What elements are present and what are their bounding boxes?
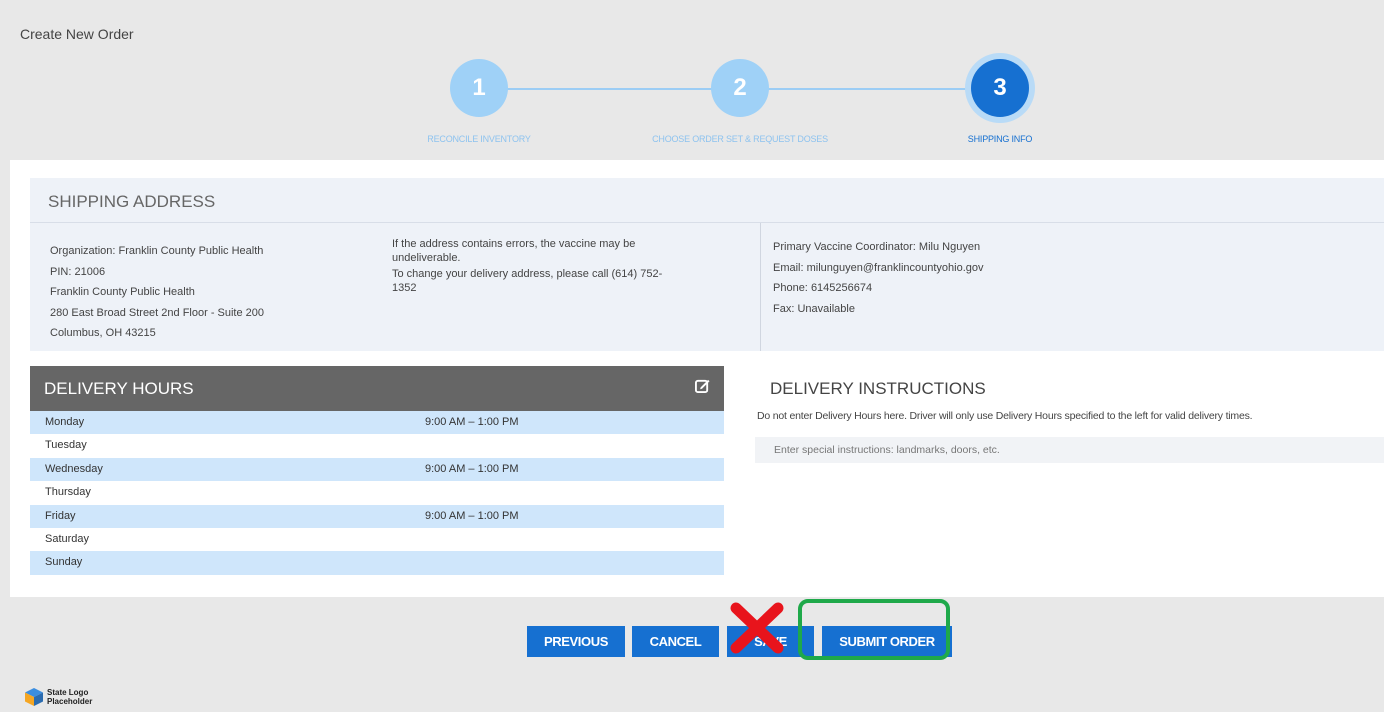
email-value: milunguyen@franklincountyohio.gov <box>806 261 984 274</box>
step-connector <box>740 88 1000 90</box>
address-line-3: Columbus, OH 43215 <box>50 327 156 339</box>
previous-button[interactable]: PREVIOUS <box>527 626 625 657</box>
day-label: Thursday <box>45 486 91 499</box>
submit-highlight-box <box>798 599 950 660</box>
hours-value: 9:00 AM – 1:00 PM <box>425 462 519 475</box>
coordinator-label: Primary Vaccine Coordinator: <box>773 241 916 253</box>
delivery-hours-row: Tuesday <box>30 434 724 457</box>
phone-label: Phone: <box>773 282 808 294</box>
delivery-hours-panel: DELIVERY HOURS Monday 9:00 AM – 1:00 PM T… <box>30 366 724 575</box>
address-note: If the address contains errors, the vacc… <box>392 237 682 295</box>
logo-line-2: Placeholder <box>47 697 93 706</box>
phone-value: 6145256674 <box>810 282 873 294</box>
step-1-circle[interactable]: 1 <box>450 59 508 117</box>
step-3-label: SHIPPING INFO <box>967 134 1033 144</box>
org-value: Franklin County Public Health <box>118 245 264 257</box>
pin-value: 21006 <box>74 265 106 278</box>
address-line-1: Franklin County Public Health <box>50 286 195 298</box>
coordinator-block: Primary Vaccine Coordinator: Milu Nguyen… <box>773 237 984 319</box>
day-label: Friday <box>45 509 76 522</box>
org-label: Organization: <box>50 245 116 257</box>
hours-value: 9:00 AM – 1:00 PM <box>425 509 519 522</box>
special-instructions-input[interactable] <box>755 437 1384 463</box>
state-logo: State Logo Placeholder <box>24 687 92 707</box>
step-2-label: CHOOSE ORDER SET & REQUEST DOSES <box>652 134 828 144</box>
cube-logo-icon <box>25 688 43 706</box>
delivery-hours-header: DELIVERY HOURS <box>30 366 724 411</box>
pin-label: PIN: <box>50 265 72 278</box>
change-address-note: To change your delivery address, please … <box>392 268 663 294</box>
address-line-2: 280 East Broad Street 2nd Floor - Suite … <box>50 306 265 319</box>
delivery-instructions-note: Do not enter Delivery Hours here. Driver… <box>757 410 1253 422</box>
day-label: Saturday <box>45 532 90 545</box>
email-label: Email: <box>773 261 804 274</box>
day-label: Sunday <box>45 556 83 569</box>
address-block: Organization: Franklin County Public Hea… <box>50 241 264 344</box>
day-label: Monday <box>45 416 85 428</box>
fax-value: Unavailable <box>797 302 855 315</box>
step-1-label: RECONCILE INVENTORY <box>427 134 531 144</box>
delivery-hours-row: Wednesday 9:00 AM – 1:00 PM <box>30 457 724 482</box>
day-label: Wednesday <box>45 462 103 475</box>
step-connector <box>478 88 740 90</box>
day-label: Tuesday <box>45 439 87 452</box>
divider <box>760 223 761 351</box>
delivery-instructions-title: DELIVERY INSTRUCTIONS <box>770 379 986 398</box>
address-error-note: If the address contains errors, the vacc… <box>392 238 636 264</box>
page-title: Create New Order <box>20 26 134 42</box>
delivery-hours-title: DELIVERY HOURS <box>44 379 194 398</box>
edit-icon[interactable] <box>695 378 710 393</box>
shipping-address-header: SHIPPING ADDRESS <box>30 178 1384 223</box>
delivery-hours-row: Sunday <box>30 551 724 575</box>
delivery-hours-row: Saturday <box>30 528 724 551</box>
coordinator-value: Milu Nguyen <box>918 241 981 253</box>
fax-label: Fax: <box>773 302 795 315</box>
logo-line-1: State Logo <box>47 688 89 697</box>
order-card: SHIPPING ADDRESS Organization: Franklin … <box>10 160 1384 597</box>
shipping-address-title: SHIPPING ADDRESS <box>48 192 216 211</box>
red-x-icon <box>730 602 784 654</box>
delivery-hours-row: Thursday <box>30 481 724 504</box>
shipping-address-panel: Organization: Franklin County Public Hea… <box>30 223 1384 351</box>
hours-value: 9:00 AM – 1:00 PM <box>425 416 519 428</box>
step-2-circle[interactable]: 2 <box>711 59 769 117</box>
delivery-hours-row: Monday 9:00 AM – 1:00 PM <box>30 411 724 435</box>
order-stepper: 1 2 3 RECONCILE INVENTORY CHOOSE ORDER S… <box>0 55 1384 155</box>
step-3-circle[interactable]: 3 <box>971 59 1029 117</box>
delivery-hours-row: Friday 9:00 AM – 1:00 PM <box>30 504 724 528</box>
logo-text: State Logo Placeholder <box>47 688 92 706</box>
cancel-button[interactable]: CANCEL <box>632 626 719 657</box>
